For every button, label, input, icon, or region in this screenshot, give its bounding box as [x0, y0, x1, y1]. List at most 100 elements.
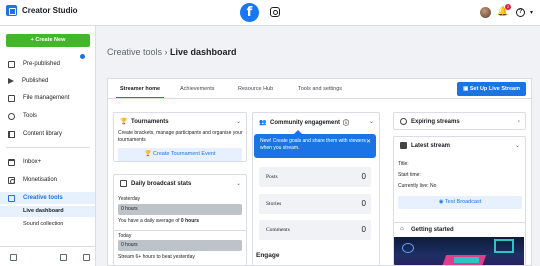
sidebar-item-creative-tools[interactable]: Creative tools [0, 192, 95, 204]
sidebar-item-label: Creative tools [23, 195, 63, 201]
currently-live-label: Currently live: No [398, 183, 437, 189]
tab-achievements[interactable]: Achievements [180, 79, 215, 99]
sidebar-item-pre-published[interactable]: Pre-published [0, 58, 95, 70]
today-bar: 0 hours [118, 240, 242, 251]
expiring-title: Expiring streams [411, 118, 460, 125]
getting-started-image [394, 237, 524, 265]
latest-header: Latest stream [400, 142, 450, 149]
daily-stats-header: Daily broadcast stats [120, 180, 191, 187]
create-tournament-event-button[interactable]: 🏆 Create Tournament Event [118, 148, 242, 161]
money-icon [8, 176, 15, 184]
metric-label: Comments [266, 227, 290, 233]
sidebar-item-content-library[interactable]: Content library [0, 128, 95, 140]
avatar[interactable] [480, 7, 491, 18]
create-tournament-event-label: Create Tournament Event [152, 151, 216, 157]
set-up-live-stream-button[interactable]: ▣ Set Up Live Stream [457, 82, 526, 96]
breadcrumb-separator: › [162, 47, 171, 57]
menu-icon[interactable] [83, 254, 90, 261]
tournaments-card: 🏆 Tournaments ⌄ Create brackets, manage p… [113, 112, 247, 162]
daily-broadcast-stats-card: Daily broadcast stats ⌄ Yesterday 0 hour… [113, 174, 247, 266]
sidebar-item-published[interactable]: Published [0, 75, 95, 87]
metric-label: Stories [266, 201, 282, 207]
trophy-icon: 🏆 [120, 119, 128, 125]
test-broadcast-button[interactable]: ◉ Test Broadcast [398, 196, 522, 209]
metric-label: Posts [266, 174, 278, 180]
create-new-label: Create New [35, 37, 66, 43]
page-title: Live dashboard [170, 47, 237, 57]
getting-started-header: ⌂ Getting started [400, 226, 454, 233]
metric-value: 0 [361, 199, 366, 208]
play-icon [8, 78, 14, 84]
sidebar-item-inbox[interactable]: Inbox+ [0, 156, 95, 168]
stream-title-label: Title: [398, 161, 409, 167]
sidebar-footer [0, 246, 95, 266]
info-icon[interactable]: ⓘ [343, 118, 349, 127]
breadcrumb: Creative tools › Live dashboard [107, 47, 237, 57]
top-bar: Creator Studio f 🔔 2 ? ▾ [0, 0, 540, 26]
chevron-down-icon[interactable]: ▾ [530, 9, 533, 16]
sidebar-item-monetisation[interactable]: Monetisation [0, 174, 95, 186]
metric-stories: Stories 0 [259, 194, 371, 214]
tournaments-header: 🏆 Tournaments [120, 118, 169, 126]
engage-heading: Engage [256, 252, 280, 259]
daily-average-text: You have a daily average of 0 hours [118, 218, 199, 225]
community-header: 👥 Community engagement ⓘ [259, 118, 349, 128]
metric-value: 0 [361, 172, 366, 181]
chevron-down-icon[interactable]: ⌄ [369, 118, 374, 125]
sidebar: + Create New Pre-published Published Fil… [0, 26, 96, 266]
stats-divider [114, 230, 246, 231]
app-logo[interactable]: Creator Studio [6, 5, 78, 16]
people-icon: 👥 [259, 120, 267, 126]
tab-streamer-home[interactable]: Streamer home [116, 79, 164, 99]
sidebar-subitem-live-dashboard[interactable]: Live dashboard [0, 206, 95, 217]
daily-average-value: 0 hours [180, 218, 199, 224]
streak-text: Stream 6+ hours to beat yesterday [118, 254, 195, 260]
home-icon: ⌂ [400, 226, 404, 232]
today-label: Today [118, 233, 132, 239]
calendar-icon[interactable] [60, 254, 67, 261]
creative-tools-icon [8, 194, 15, 202]
tooltip-text: New! Create goals and share them with vi… [260, 138, 366, 151]
sidebar-divider [6, 147, 90, 148]
help-icon[interactable]: ? [516, 8, 525, 17]
metric-value: 0 [361, 225, 366, 234]
clock-icon [400, 118, 407, 125]
document-icon [8, 60, 15, 68]
collapse-icon[interactable] [10, 254, 17, 261]
sidebar-item-label: Inbox+ [23, 159, 42, 165]
chevron-down-icon[interactable]: ⌄ [236, 118, 241, 125]
trophy-icon: 🏆 [144, 151, 153, 157]
daily-stats-title: Daily broadcast stats [131, 180, 192, 187]
daily-average-prefix: You have a daily average of [118, 218, 181, 224]
test-broadcast-label: Test Broadcast [444, 199, 482, 205]
tab-bar: Streamer home Achievements Resource Hub … [107, 78, 532, 99]
sidebar-subitem-sound-collection[interactable]: Sound collection [0, 219, 95, 230]
notification-badge: 2 [505, 4, 511, 10]
create-new-button[interactable]: + Create New [6, 34, 90, 47]
chevron-right-icon[interactable]: › [518, 118, 520, 125]
sidebar-item-label: Content library [23, 131, 63, 137]
tools-icon [8, 112, 15, 120]
chevron-down-icon[interactable]: ⌄ [515, 142, 520, 149]
video-camera-icon [400, 142, 407, 149]
latest-title: Latest stream [411, 142, 451, 149]
inbox-icon [8, 158, 15, 166]
close-icon[interactable]: ✕ [366, 138, 371, 145]
getting-started-title: Getting started [411, 226, 454, 233]
breadcrumb-parent[interactable]: Creative tools [107, 47, 162, 57]
sidebar-item-label: Pre-published [23, 61, 61, 67]
tab-resource-hub[interactable]: Resource Hub [238, 79, 273, 99]
stream-start-label: Start time: [398, 172, 421, 178]
instagram-icon[interactable] [270, 7, 280, 17]
yesterday-label: Yesterday [118, 196, 141, 202]
image-icon [8, 94, 15, 102]
chevron-down-icon[interactable]: ⌄ [236, 180, 241, 187]
new-feature-tooltip: New! Create goals and share them with vi… [254, 130, 376, 158]
getting-started-card: ⌂ Getting started [393, 222, 526, 266]
sidebar-item-tools[interactable]: Tools [0, 110, 95, 122]
expiring-streams-card[interactable]: Expiring streams › [393, 112, 526, 130]
sidebar-item-file-management[interactable]: File management [0, 92, 95, 104]
metric-posts: Posts 0 [259, 167, 371, 187]
tab-tools-settings[interactable]: Tools and settings [298, 79, 342, 99]
facebook-icon[interactable]: f [240, 3, 259, 22]
